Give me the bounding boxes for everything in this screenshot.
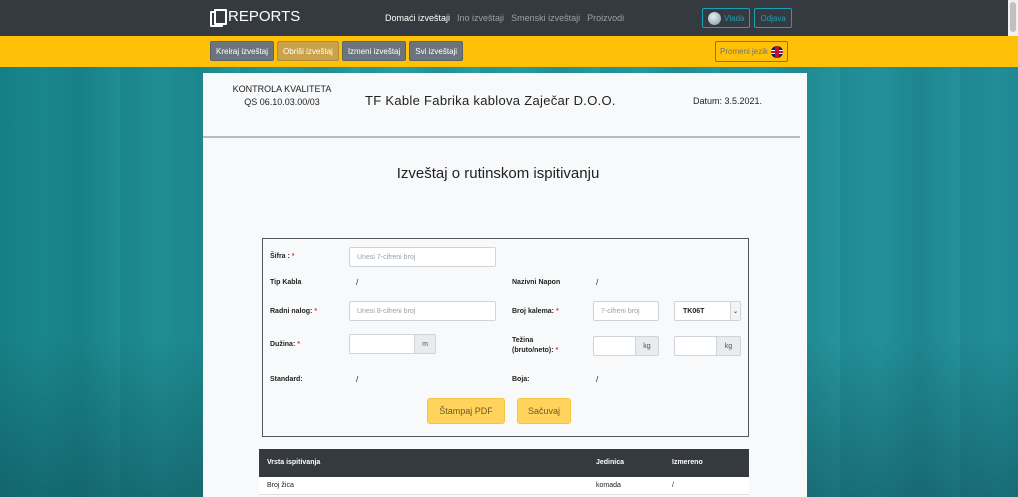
cell-test-type: Broj žica [267,482,294,489]
nav-links: Domaći izveštaji Ino izveštaji Smenski i… [385,13,624,23]
col-header-test-type: Vrsta ispitivanja [267,459,321,466]
change-language-label: Promeni jezik [720,47,769,56]
table-header: Vrsta ispitivanja Jedinica Izmereno [259,449,749,477]
user-button[interactable]: Vlada [702,8,751,28]
nazivni-napon-label: Nazivni Napon [512,279,561,286]
uk-flag-icon [771,45,784,58]
brand[interactable]: REPORTS [210,8,301,27]
user-name: Vlada [724,13,745,23]
duzina-unit: m [414,334,436,354]
nav-link-proizvodi[interactable]: Proizvodi [587,13,624,23]
report-page: KONTROLA KVALITETA QS 06.10.03.00/03 TF … [203,73,807,497]
standard-label: Standard: [270,376,303,383]
boja-value: / [596,375,599,384]
quality-control-header: KONTROLA KVALITETA QS 06.10.03.00/03 [227,83,337,109]
nav-link-domaci[interactable]: Domaći izveštaji [385,13,450,23]
page-title: Izveštaj o rutinskom ispitivanju [396,165,600,182]
document-code: QS 06.10.03.00/03 [244,97,320,107]
change-language-button[interactable]: Promeni jezik [715,41,789,62]
cell-unit: komada [596,482,621,489]
kalem-type-select[interactable]: TK06T ⌄ [674,301,741,321]
top-navbar: REPORTS Domaći izveštaji Ino izveštaji S… [0,0,1018,36]
scrollbar[interactable] [1008,0,1018,36]
delete-report-button[interactable]: Obriši izveštaj [277,41,339,61]
boja-label: Boja: [512,376,530,383]
radni-nalog-input[interactable]: Unesi 8-cifreni broj [349,301,496,321]
company-name: TF Kable Fabrika kablova Zaječar D.O.O. [365,93,616,108]
all-reports-button[interactable]: Svi izveštaji [409,41,464,61]
tezina-bruto-unit: kg [635,336,659,356]
sifra-input[interactable]: Unesi 7-cifreni broj [349,247,496,267]
table-row: Broj žica komada / [259,477,749,495]
tip-kabla-value: / [356,278,359,287]
sifra-label: Šifra : * [270,253,295,260]
report-form: Šifra : * Unesi 7-cifreni broj Tip Kabla… [262,238,749,437]
cell-measured: / [672,482,674,489]
tezina-bruto-input[interactable] [593,336,636,356]
avatar [708,11,721,25]
nav-link-ino[interactable]: Ino izveštaji [457,13,504,23]
nav-link-smenski[interactable]: Smenski izveštaji [511,13,580,23]
report-date: Datum: 3.5.2021. [693,96,763,106]
chevron-down-icon: ⌄ [730,302,740,320]
broj-kalema-label: Broj kalema: * [512,308,559,315]
tests-table: Vrsta ispitivanja Jedinica Izmereno Broj… [259,449,749,495]
header-divider [203,136,800,138]
action-toolbar: Kreiraj izveštaj Obriši izveštaj Izmeni … [0,36,1018,67]
tezina-label: Težina (bruto/neto): * [512,337,559,354]
quality-control-title: KONTROLA KVALITETA [232,84,332,94]
radni-nalog-label: Radni nalog: * [270,308,318,315]
edit-report-button[interactable]: Izmeni izveštaj [341,41,407,61]
duzina-input[interactable] [349,334,415,354]
col-header-unit: Jedinica [596,459,625,466]
brand-label: REPORTS [228,8,301,25]
create-report-button[interactable]: Kreiraj izveštaj [210,41,275,61]
duzina-label: Dužina: * [270,341,300,348]
copy-icon [210,9,227,27]
broj-kalema-input[interactable]: 7-cifreni broj [593,301,659,321]
tezina-neto-input[interactable] [674,336,717,356]
standard-value: / [356,375,359,384]
print-pdf-button[interactable]: Štampaj PDF [427,398,505,424]
kalem-type-value: TK06T [683,307,705,315]
nav-user-area: Vlada Odjava [702,8,792,28]
save-button[interactable]: Sačuvaj [517,398,571,424]
toolbar-buttons: Kreiraj izveštaj Obriši izveštaj Izmeni … [210,41,464,61]
tezina-neto-unit: kg [716,336,741,356]
logout-button[interactable]: Odjava [754,8,792,28]
tip-kabla-label: Tip Kabla [270,279,302,286]
col-header-measured: Izmereno [672,459,703,466]
nazivni-napon-value: / [596,278,599,287]
